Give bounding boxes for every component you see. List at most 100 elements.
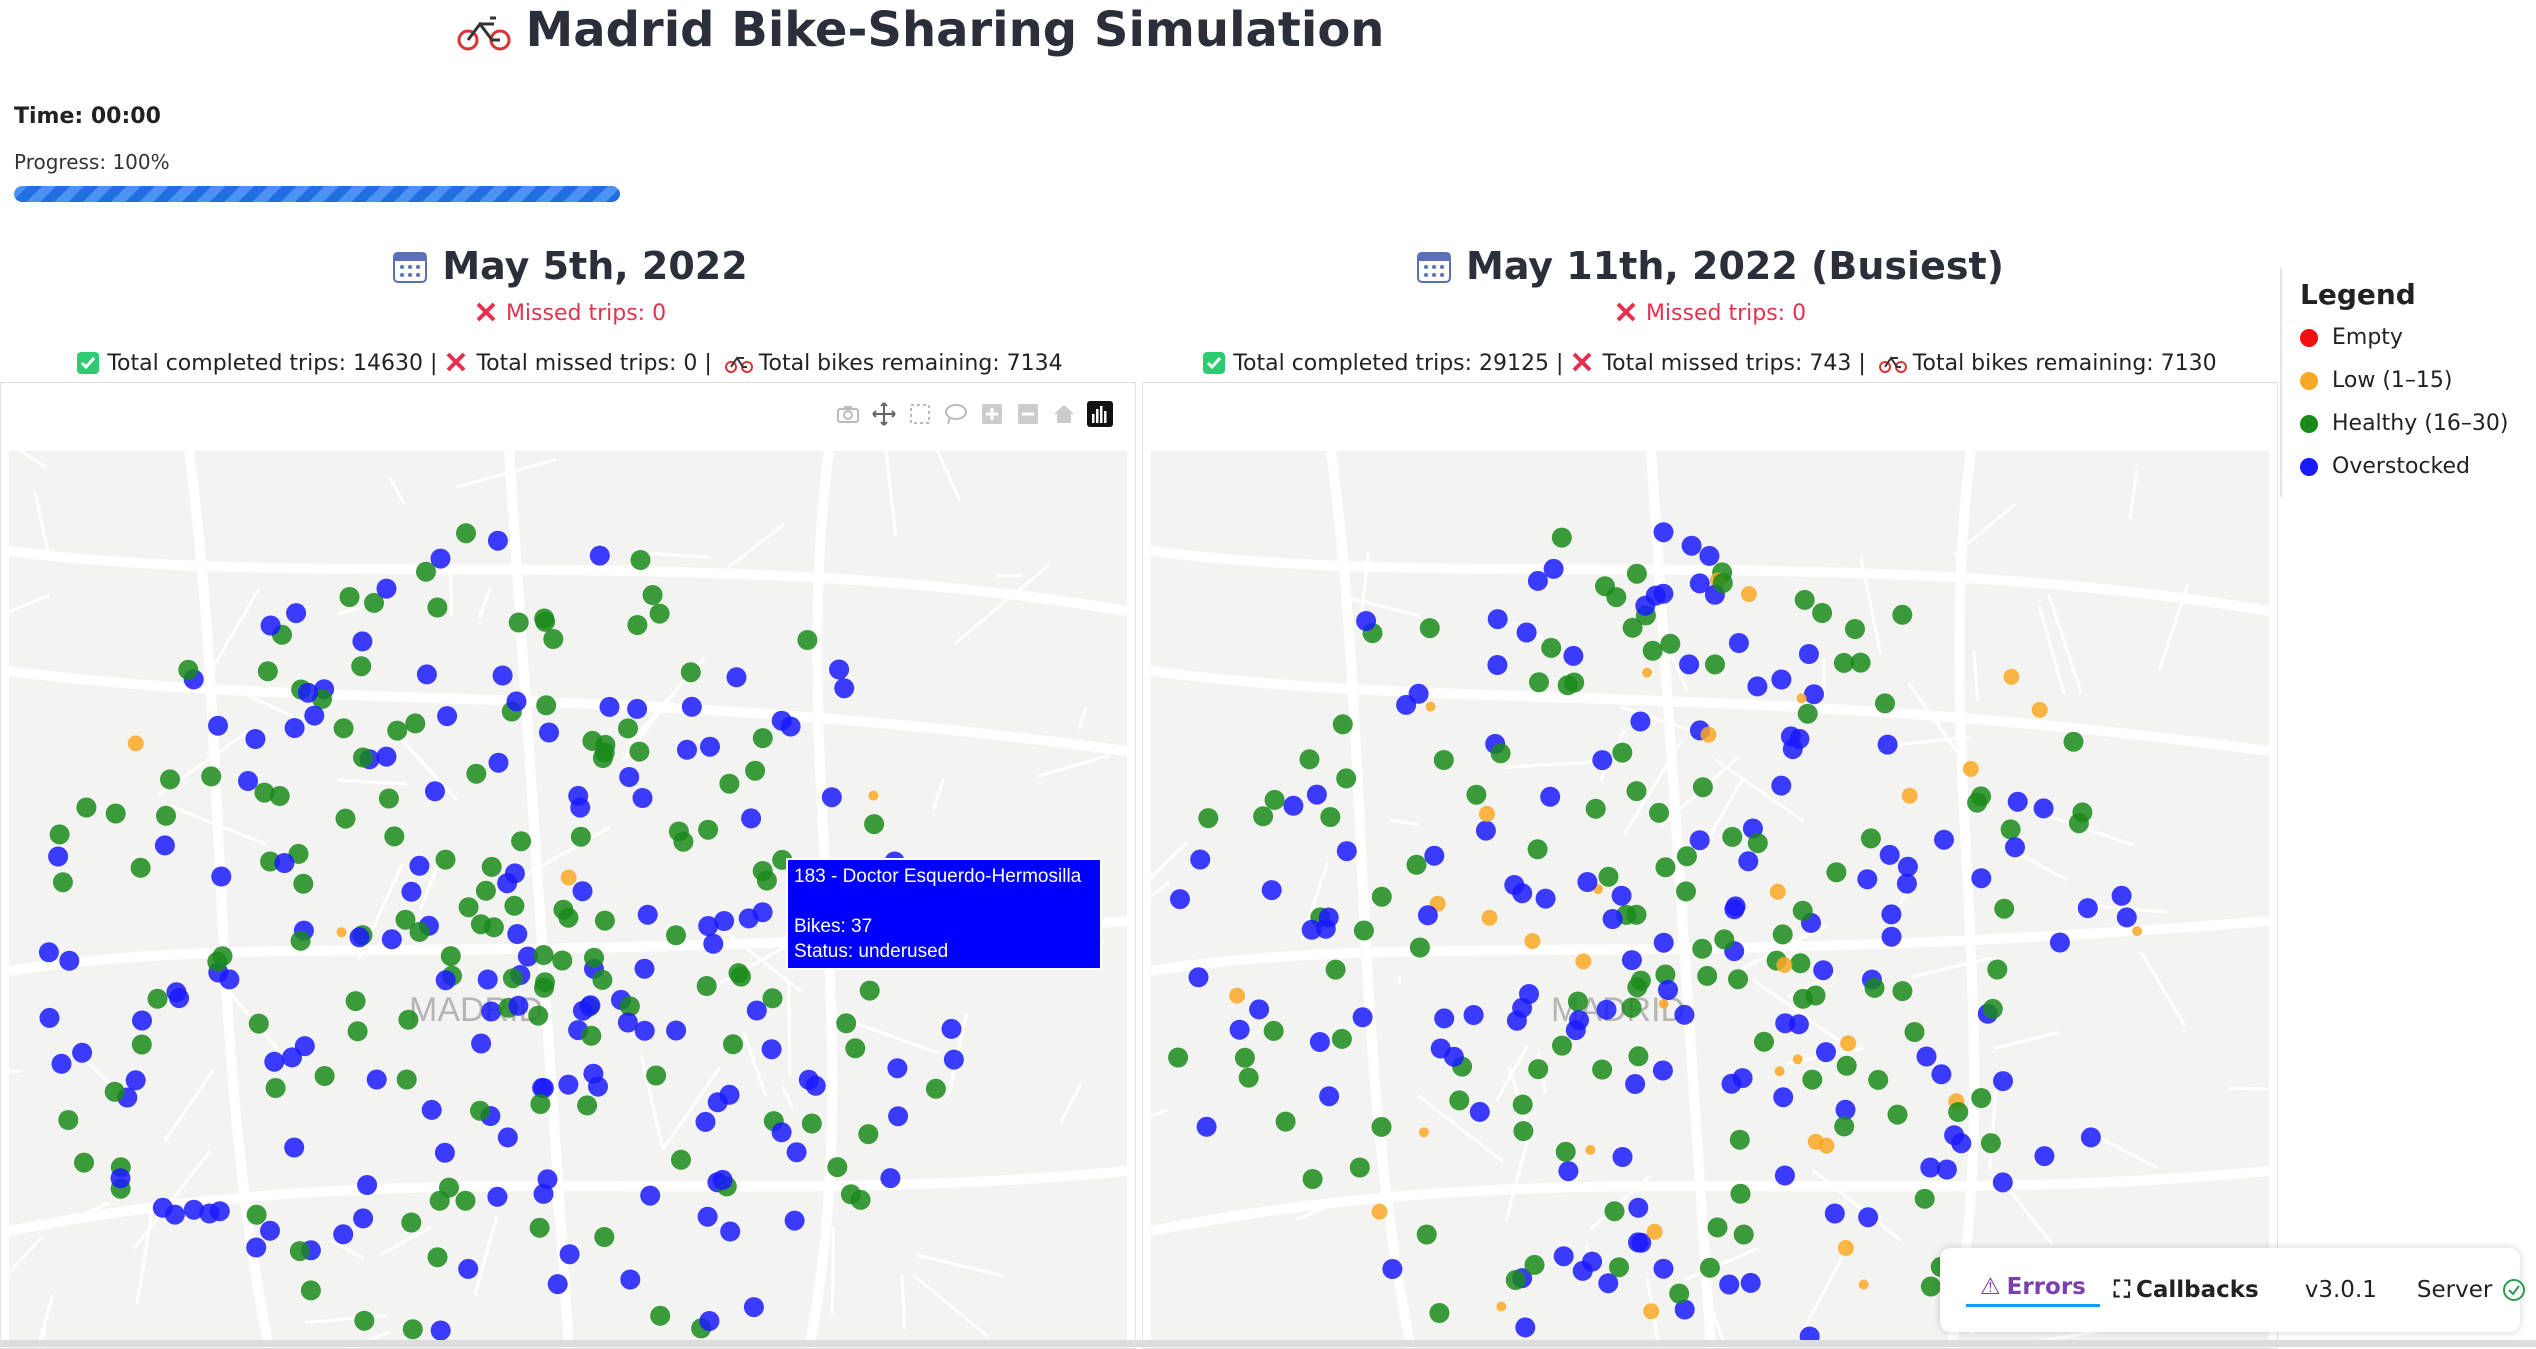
station-marker[interactable] xyxy=(666,925,686,945)
right-map[interactable]: MADRID xyxy=(1151,451,2269,1348)
station-marker[interactable] xyxy=(1528,1059,1548,1079)
station-marker[interactable] xyxy=(1622,998,1642,1018)
station-marker[interactable] xyxy=(573,1001,593,1021)
station-marker[interactable] xyxy=(1917,1047,1937,1067)
station-marker[interactable] xyxy=(1525,1255,1545,1275)
station-marker[interactable] xyxy=(1396,695,1416,715)
station-marker[interactable] xyxy=(409,856,429,876)
station-marker[interactable] xyxy=(1771,776,1791,796)
station-marker[interactable] xyxy=(887,1058,907,1078)
station-marker[interactable] xyxy=(1741,586,1757,602)
station-marker[interactable] xyxy=(860,981,880,1001)
station-marker[interactable] xyxy=(2005,837,2025,857)
station-marker[interactable] xyxy=(285,718,305,738)
station-marker[interactable] xyxy=(1861,828,1881,848)
station-marker[interactable] xyxy=(727,667,747,687)
station-marker[interactable] xyxy=(1265,790,1285,810)
station-marker[interactable] xyxy=(561,870,577,886)
station-marker[interactable] xyxy=(456,523,476,543)
station-marker[interactable] xyxy=(1585,1145,1595,1155)
station-marker[interactable] xyxy=(1426,702,1436,712)
station-marker[interactable] xyxy=(1799,644,1819,664)
station-marker[interactable] xyxy=(105,1082,125,1102)
station-marker[interactable] xyxy=(757,871,777,891)
station-marker[interactable] xyxy=(398,1010,418,1030)
station-marker[interactable] xyxy=(650,604,670,624)
station-marker[interactable] xyxy=(1915,1189,1935,1209)
station-marker[interactable] xyxy=(845,1038,865,1058)
station-marker[interactable] xyxy=(511,831,531,851)
station-marker[interactable] xyxy=(1642,668,1652,678)
station-marker[interactable] xyxy=(1789,1014,1809,1034)
station-marker[interactable] xyxy=(720,1222,740,1242)
station-marker[interactable] xyxy=(39,942,59,962)
station-marker[interactable] xyxy=(1963,761,1979,777)
station-marker[interactable] xyxy=(470,1101,490,1121)
station-marker[interactable] xyxy=(1888,1105,1908,1125)
station-marker[interactable] xyxy=(508,996,528,1016)
station-marker[interactable] xyxy=(741,808,761,828)
station-marker[interactable] xyxy=(787,1142,807,1162)
station-marker[interactable] xyxy=(354,1311,374,1331)
station-marker[interactable] xyxy=(301,1280,321,1300)
station-marker[interactable] xyxy=(772,711,792,731)
station-marker[interactable] xyxy=(553,900,573,920)
station-marker[interactable] xyxy=(1332,1029,1352,1049)
station-marker[interactable] xyxy=(1921,1277,1941,1297)
station-marker[interactable] xyxy=(697,976,717,996)
station-marker[interactable] xyxy=(441,946,461,966)
station-marker[interactable] xyxy=(1865,978,1885,998)
station-marker[interactable] xyxy=(155,835,175,855)
station-marker[interactable] xyxy=(1197,1117,1217,1137)
station-marker[interactable] xyxy=(1722,827,1742,847)
station-marker[interactable] xyxy=(1354,921,1374,941)
station-marker[interactable] xyxy=(403,1319,423,1339)
station-marker[interactable] xyxy=(1676,881,1696,901)
station-marker[interactable] xyxy=(160,769,180,789)
station-marker[interactable] xyxy=(1568,992,1588,1012)
station-marker[interactable] xyxy=(1506,1270,1526,1290)
station-marker[interactable] xyxy=(1429,1303,1449,1323)
station-marker[interactable] xyxy=(1679,654,1699,674)
station-marker[interactable] xyxy=(1653,1061,1673,1081)
station-marker[interactable] xyxy=(538,1169,558,1189)
station-marker[interactable] xyxy=(111,1168,131,1188)
station-marker[interactable] xyxy=(1419,1127,1429,1137)
station-marker[interactable] xyxy=(353,748,373,768)
station-marker[interactable] xyxy=(1628,1198,1648,1218)
station-marker[interactable] xyxy=(797,630,817,650)
station-marker[interactable] xyxy=(1775,1166,1795,1186)
station-marker[interactable] xyxy=(1630,712,1650,732)
station-marker[interactable] xyxy=(536,695,556,715)
station-marker[interactable] xyxy=(377,747,397,767)
station-marker[interactable] xyxy=(1424,846,1444,866)
station-marker[interactable] xyxy=(619,767,639,787)
station-marker[interactable] xyxy=(1253,806,1273,826)
station-marker[interactable] xyxy=(2078,898,2098,918)
station-marker[interactable] xyxy=(503,968,523,988)
station-marker[interactable] xyxy=(1729,633,1749,653)
station-marker[interactable] xyxy=(1563,646,1583,666)
station-marker[interactable] xyxy=(643,585,663,605)
station-marker[interactable] xyxy=(772,1122,792,1142)
station-marker[interactable] xyxy=(1993,1172,2013,1192)
station-marker[interactable] xyxy=(785,1211,805,1231)
station-marker[interactable] xyxy=(1738,851,1758,871)
station-marker[interactable] xyxy=(1770,884,1786,900)
station-marker[interactable] xyxy=(487,1187,507,1207)
station-marker[interactable] xyxy=(1597,1000,1617,1020)
station-marker[interactable] xyxy=(340,587,360,607)
station-marker[interactable] xyxy=(1948,1102,1968,1122)
box-select-icon[interactable] xyxy=(907,401,933,427)
station-marker[interactable] xyxy=(802,1114,822,1134)
station-marker[interactable] xyxy=(1654,933,1674,953)
station-marker[interactable] xyxy=(169,988,189,1008)
station-marker[interactable] xyxy=(942,1019,962,1039)
station-marker[interactable] xyxy=(428,1247,448,1267)
station-marker[interactable] xyxy=(264,1052,284,1072)
station-marker[interactable] xyxy=(1741,1273,1761,1293)
station-marker[interactable] xyxy=(1283,796,1303,816)
station-marker[interactable] xyxy=(504,896,524,916)
station-marker[interactable] xyxy=(286,603,306,623)
station-marker[interactable] xyxy=(1859,1280,1869,1290)
